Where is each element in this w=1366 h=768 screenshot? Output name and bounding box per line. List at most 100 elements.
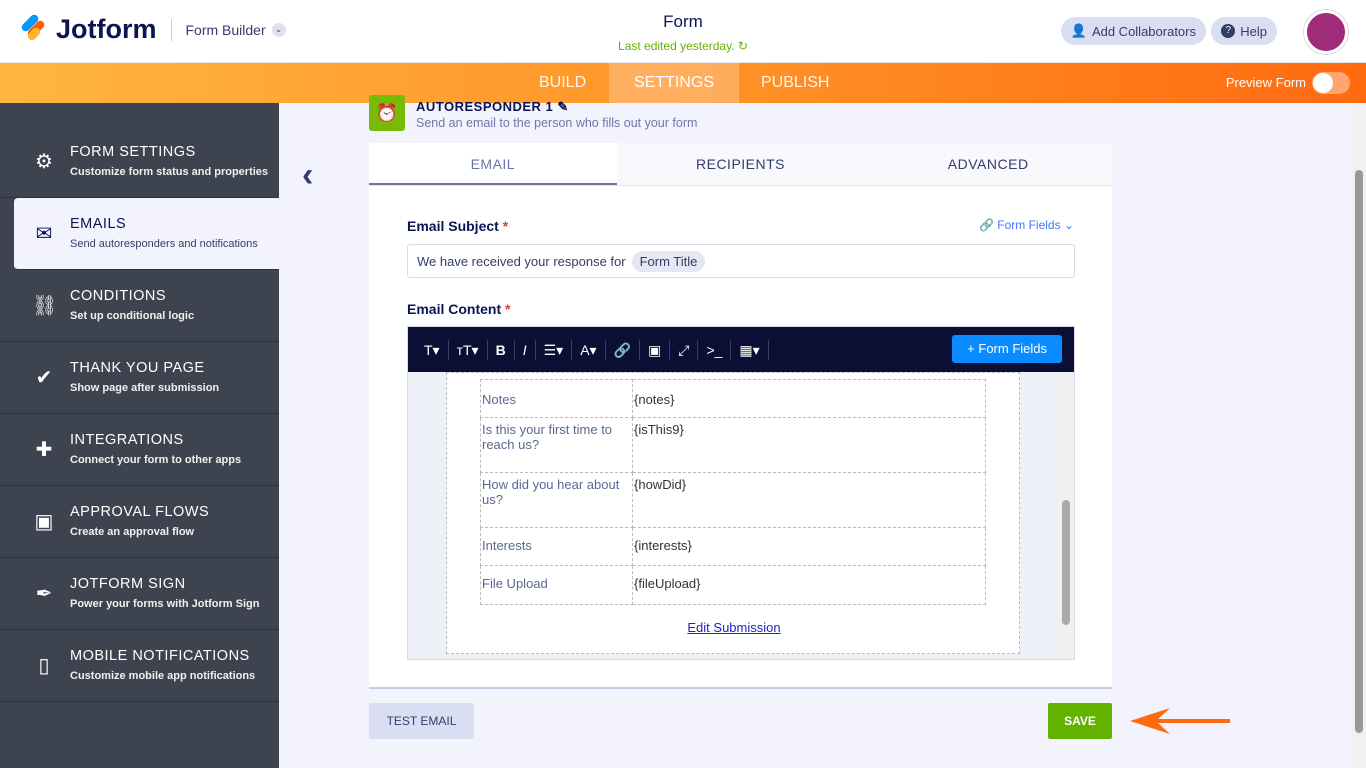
sidebar-item-conditions[interactable]: ⛓ CONDITIONS Set up conditional logic — [0, 270, 279, 342]
item-title: EMAILS — [70, 216, 127, 232]
editor-body[interactable]: Notes {notes} Is this your first time to … — [408, 372, 1074, 659]
email-subject-label: Email Subject * — [407, 218, 508, 234]
item-desc: Connect your form to other apps — [70, 454, 242, 466]
item-desc: Customize form status and properties — [70, 166, 269, 178]
tab-advanced[interactable]: ADVANCED — [864, 143, 1112, 185]
main-nav: BUILD SETTINGS PUBLISH Preview Form — [0, 63, 1366, 103]
item-title: INTEGRATIONS — [70, 432, 184, 448]
refresh-icon[interactable]: ↻ — [738, 39, 748, 53]
item-title: CONDITIONS — [70, 288, 167, 304]
item-title: JOTFORM SIGN — [70, 576, 186, 592]
field-label: Is this your first time to reach us? — [480, 417, 633, 473]
autoresponder-title: AUTORESPONDER 1 — [416, 99, 554, 114]
tab-email[interactable]: EMAIL — [369, 143, 617, 185]
tab-recipients[interactable]: RECIPIENTS — [617, 143, 865, 185]
flow-icon: ▣ — [34, 511, 54, 533]
email-subject-input[interactable]: We have received your response for Form T… — [407, 244, 1075, 278]
preview-form-label: Preview Form — [1225, 75, 1306, 90]
mobile-icon: ▯ — [38, 655, 50, 677]
item-title: FORM SETTINGS — [70, 144, 196, 160]
font-icon[interactable]: T▾ — [416, 339, 449, 360]
last-edited-text: Last edited yesterday. — [618, 39, 735, 53]
fields-table: Notes {notes} Is this your first time to … — [480, 379, 986, 605]
table-row: Interests {interests} — [480, 527, 986, 566]
sidebar-item-mobile-notifications[interactable]: ▯ MOBILE NOTIFICATIONS Customize mobile ap… — [0, 630, 279, 702]
tab-build[interactable]: BUILD — [514, 63, 611, 103]
label-text: Email Subject — [407, 218, 499, 234]
sidebar-item-thank-you-page[interactable]: ✔ THANK YOU PAGE Show page after submissio… — [0, 342, 279, 414]
page-scrollbar[interactable] — [1352, 103, 1366, 768]
field-tag: {isThis9} — [632, 417, 986, 473]
help-button[interactable]: ? Help — [1211, 17, 1277, 45]
field-label: How did you hear about us? — [480, 472, 633, 528]
chevron-down-icon: ⌄ — [1063, 218, 1074, 232]
image-icon[interactable]: ▣ — [640, 339, 671, 360]
align-icon[interactable]: ☰▾ — [536, 339, 573, 360]
sidebar-item-jotform-sign[interactable]: ✒ JOTFORM SIGN Power your forms with Jotfo… — [0, 558, 279, 630]
table-row: Notes {notes} — [480, 379, 986, 418]
label-text: Email Content — [407, 301, 502, 317]
source-code-icon[interactable]: >_ — [698, 339, 732, 360]
required-marker: * — [502, 218, 509, 234]
table-row: File Upload {fileUpload} — [480, 565, 986, 605]
add-form-fields-button[interactable]: + Form Fields — [952, 335, 1062, 363]
table-row: Is this your first time to reach us? {isT… — [480, 417, 986, 473]
editor-scrollbar[interactable] — [1058, 372, 1074, 659]
table-row: How did you hear about us? {howDid} — [480, 472, 986, 528]
autoresponder-desc: Send an email to the person who fills ou… — [416, 116, 698, 130]
sidebar-item-approval-flows[interactable]: ▣ APPROVAL FLOWS Create an approval flow — [0, 486, 279, 558]
edit-pencil-icon[interactable]: ✎ — [557, 99, 568, 114]
editor-toolbar: T▾ ᴛT▾ B I ☰▾ A▾ 🔗 ▣ ⤢ >_ ▦▾ + Form Fields — [408, 327, 1074, 372]
save-button[interactable]: SAVE — [1048, 703, 1112, 739]
link-icon[interactable]: 🔗 — [606, 339, 640, 360]
test-email-button[interactable]: TEST EMAIL — [369, 703, 474, 739]
check-circle-icon: ✔ — [35, 367, 53, 389]
add-collaborators-button[interactable]: 👤 Add Collaborators — [1060, 17, 1206, 45]
field-tag: {howDid} — [632, 472, 986, 528]
tab-settings[interactable]: SETTINGS — [609, 63, 740, 103]
edit-submission-link[interactable]: Edit Submission — [447, 620, 1021, 635]
sidebar-item-emails[interactable]: ✉ EMAILS Send autoresponders and notificat… — [14, 198, 279, 270]
add-collaborators-label: Add Collaborators — [1091, 23, 1196, 39]
table-icon[interactable]: ▦▾ — [731, 339, 769, 360]
pen-icon: ✒ — [35, 583, 53, 605]
font-size-icon[interactable]: ᴛT▾ — [449, 339, 488, 360]
help-label: Help — [1240, 23, 1267, 39]
form-fields-label: Form Fields — [997, 218, 1061, 232]
bold-icon[interactable]: B — [488, 339, 515, 360]
item-desc: Create an approval flow — [70, 526, 195, 538]
sidebar-item-form-settings[interactable]: ⚙ FORM SETTINGS Customize form status and … — [0, 126, 279, 198]
help-icon: ? — [1221, 24, 1236, 38]
field-label: Notes — [480, 379, 633, 418]
field-tag: {interests} — [632, 527, 986, 566]
item-desc: Power your forms with Jotform Sign — [70, 598, 260, 610]
preview-form-toggle[interactable] — [1312, 72, 1350, 94]
field-label: File Upload — [480, 565, 633, 605]
italic-icon[interactable]: I — [515, 339, 536, 360]
puzzle-icon: ✚ — [35, 439, 53, 461]
form-title-tag[interactable]: Form Title — [631, 250, 706, 272]
email-settings-card: EMAIL RECIPIENTS ADVANCED Email Subject … — [369, 143, 1112, 689]
field-label: Interests — [480, 527, 633, 566]
form-fields-dropdown[interactable]: 🔗 Form Fields ⌄ — [979, 218, 1074, 232]
sidebar-item-integrations[interactable]: ✚ INTEGRATIONS Connect your form to other … — [0, 414, 279, 486]
header: Jotform Form Builder ⌄ Form Last edited y… — [0, 0, 1366, 63]
link-icon: 🔗 — [978, 218, 994, 232]
tab-publish[interactable]: PUBLISH — [736, 63, 854, 103]
subject-text: We have received your response for — [417, 253, 626, 269]
email-content-editor[interactable]: T▾ ᴛT▾ B I ☰▾ A▾ 🔗 ▣ ⤢ >_ ▦▾ + Form Fields Notes {n… — [407, 326, 1075, 660]
gear-icon: ⚙ — [35, 151, 53, 173]
item-title: APPROVAL FLOWS — [70, 504, 210, 520]
required-marker: * — [505, 301, 511, 317]
text-color-icon[interactable]: A▾ — [572, 339, 606, 360]
user-icon: 👤 — [1070, 23, 1087, 38]
envelope-icon: ✉ — [35, 223, 53, 245]
back-chevron-icon[interactable]: ‹ — [302, 156, 313, 195]
arrow-left-icon — [1130, 708, 1230, 734]
avatar[interactable] — [1304, 10, 1348, 54]
alarm-clock-icon: ⏰ — [369, 95, 405, 131]
item-title: MOBILE NOTIFICATIONS — [70, 648, 250, 664]
item-desc: Customize mobile app notifications — [70, 670, 256, 682]
hierarchy-icon: ⛓ — [32, 295, 58, 317]
fullscreen-icon[interactable]: ⤢ — [670, 339, 699, 360]
